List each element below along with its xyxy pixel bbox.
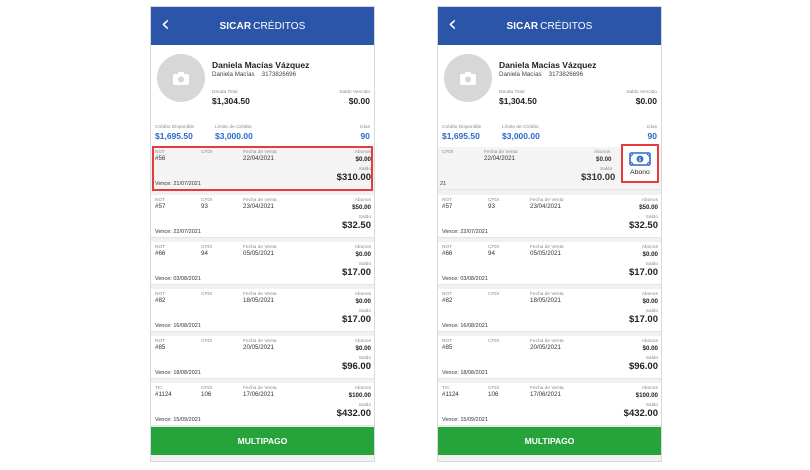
back-button[interactable]: ‹ [161,12,170,38]
credit-card[interactable]: NOT #66 CFDI 94 Fecha de Venta 05/05/202… [438,242,661,285]
saldo-vencido-label: Saldo Vencido [339,90,370,95]
credit-card[interactable]: TIC #1124 CFDI 106 Fecha de Venta 17/06/… [151,383,374,426]
deuda-total-value: $1,304.50 [499,96,537,106]
multipago-button[interactable]: MULTIPAGO [151,427,374,455]
abono-button[interactable]: $ Abono [621,144,659,183]
back-button[interactable]: ‹ [448,12,457,38]
credit-card[interactable]: TIC #1124 CFDI 106 Fecha de Venta 17/06/… [438,383,661,426]
dias-label: Días [647,125,657,130]
customer-phone: 3173826696 [261,71,297,78]
customer-name: Daniela Macías Vázquez [499,60,597,70]
saldo-vencido-label: Saldo Vencido [626,90,657,95]
credit-card[interactable]: NOT #85 CFDI Fecha de Venta 20/05/2021 A… [438,336,661,379]
multipago-button[interactable]: MULTIPAGO [438,427,661,455]
chevron-left-icon: ‹ [448,12,457,37]
credito-disponible-label: Crédito Disponible [442,125,482,130]
deuda-total-label: Deuda Total [212,90,238,95]
saldo-vencido-value: $0.00 [635,96,657,106]
credit-card[interactable]: NOT #57 CFDI 93 Fecha de Venta 23/04/202… [151,195,374,238]
limite-value: $3,000.00 [215,131,253,141]
credit-card[interactable]: NOT #85 CFDI Fecha de Venta 20/05/2021 A… [151,336,374,379]
dias-value: 90 [360,131,370,141]
limite-label: Límite de Crédito [215,125,252,130]
credit-card[interactable]: NOT #56 CFDI Fecha de Venta 22/04/2021 A… [151,147,374,190]
credit-card[interactable]: NOT #82 CFDI Fecha de Venta 18/05/2021 A… [438,289,661,332]
top-bar: ‹ SICAR CRÉDITOS [438,7,661,45]
page-title: SICAR CRÉDITOS [506,20,593,32]
credito-disponible-value: $1,695.50 [442,131,480,141]
avatar[interactable] [157,54,205,102]
customer-phone: 3173826696 [548,71,584,78]
limite-value: $3,000.00 [502,131,540,141]
limite-label: Límite de Crédito [502,125,539,130]
chevron-left-icon: ‹ [161,12,170,37]
customer-profile: Daniela Macías Vázquez Daniela Macías 317… [151,45,374,153]
deuda-total-label: Deuda Total [499,90,525,95]
credit-card[interactable]: NOT #57 CFDI 93 Fecha de Venta 23/04/202… [438,195,661,238]
top-bar: ‹ SICAR CRÉDITOS [151,7,374,45]
customer-profile: Daniela Macías Vázquez Daniela Macías 317… [438,45,661,153]
phone-screen-right: ‹ SICAR CRÉDITOS Daniela Macías Vázquez D… [437,6,662,462]
customer-name: Daniela Macías Vázquez [212,60,310,70]
dias-value: 90 [647,131,657,141]
page-title: SICAR CRÉDITOS [219,20,306,32]
camera-icon [460,71,476,85]
abono-label: Abono [630,168,650,176]
deuda-total-value: $1,304.50 [212,96,250,106]
customer-subtitle: Daniela Macías 3173826696 [212,71,297,78]
credito-disponible-label: Crédito Disponible [155,125,195,130]
credit-card[interactable]: NOT #82 CFDI Fecha de Venta 18/05/2021 A… [151,289,374,332]
saldo-vencido-value: $0.00 [348,96,370,106]
money-icon: $ [629,151,651,166]
avatar[interactable] [444,54,492,102]
svg-text:$: $ [638,157,641,163]
dias-label: Días [360,125,370,130]
camera-icon [173,71,189,85]
credit-card[interactable]: NOT #66 CFDI 94 Fecha de Venta 05/05/202… [151,242,374,285]
customer-subtitle: Daniela Macías 3173826696 [499,71,584,78]
credito-disponible-value: $1,695.50 [155,131,193,141]
phone-screen-left: ‹ SICAR CRÉDITOS Daniela Macías Vázquez D… [150,6,375,462]
